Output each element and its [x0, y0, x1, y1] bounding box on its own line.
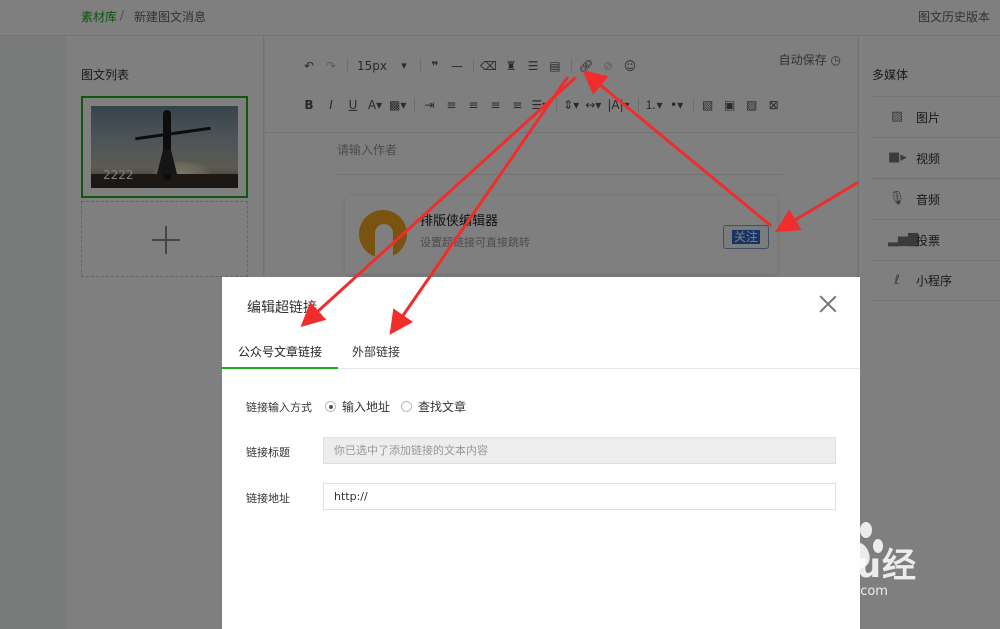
arrow-to-follow-button: [774, 181, 859, 233]
watermark-url: jingyan.baidu.com: [768, 584, 888, 599]
arrow-to-article-tab: [300, 76, 577, 328]
arrow-to-link-icon: [582, 70, 772, 227]
baidu-watermark: Baidu经验 jingyan.baidu.com: [768, 520, 948, 629]
arrow-to-external-tab: [389, 76, 569, 335]
